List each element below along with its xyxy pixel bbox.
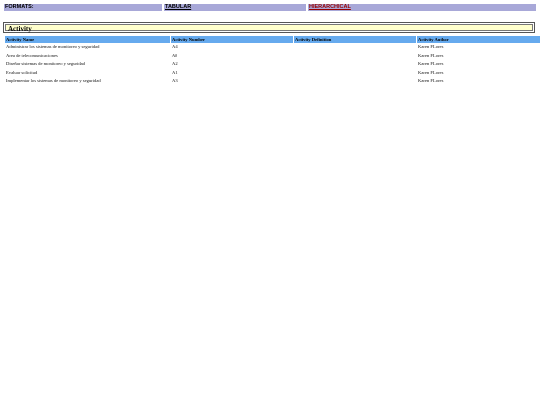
cell-activity-number: A2: [172, 61, 178, 66]
tabular-cell: TABULAR: [162, 4, 306, 11]
table-row: Evaluar solicitud A1 Karen FLores: [5, 69, 540, 78]
cell-activity-name: Area de telecomunicaciones: [6, 52, 58, 58]
formats-label: FORMATS:: [5, 4, 34, 10]
header-activity-name: Activity Name: [5, 36, 170, 43]
table-header-row: Activity Name Activity Number Activity D…: [5, 36, 540, 43]
cell-activity-definition: [294, 43, 416, 52]
cell-activity-definition: [294, 77, 416, 86]
header-activity-author: Activity Author: [417, 36, 540, 43]
table-row: Administrar los sistemas de monitoreo y …: [5, 43, 540, 52]
cell-activity-author: Karen FLores: [418, 69, 444, 75]
page-title-box: Activity: [3, 22, 535, 33]
formats-bar: FORMATS: TABULAR HIERARCHICAL: [4, 4, 536, 11]
table-row: Diseñar sistemas de monitoreo y segurida…: [5, 60, 540, 69]
table-row: Implementar los sistemas de monitoreo y …: [5, 77, 540, 86]
page-title: Activity: [5, 24, 533, 33]
cell-activity-definition: [294, 52, 416, 61]
cell-activity-author: Karen FLores: [418, 44, 444, 49]
table-row: Area de telecomunicaciones A0 Karen FLor…: [5, 52, 540, 61]
hierarchical-link[interactable]: HIERARCHICAL: [309, 4, 351, 10]
hierarchical-cell: HIERARCHICAL: [306, 4, 536, 11]
cell-activity-number: A1: [172, 69, 178, 75]
cell-activity-definition: [294, 69, 416, 78]
tabular-link[interactable]: TABULAR: [165, 4, 191, 10]
activity-table: Activity Name Activity Number Activity D…: [4, 36, 540, 86]
cell-activity-definition: [294, 60, 416, 69]
header-activity-number: Activity Number: [171, 36, 293, 43]
header-activity-definition: Activity Definition: [294, 36, 416, 43]
cell-activity-number: A4: [172, 44, 178, 49]
cell-activity-number: A3: [172, 78, 178, 83]
cell-activity-name: Administrar los sistemas de monitoreo y …: [6, 44, 100, 49]
cell-activity-author: Karen FLores: [418, 61, 444, 66]
cell-activity-author: Karen FLores: [418, 52, 444, 58]
cell-activity-name: Implementar los sistemas de monitoreo y …: [6, 78, 101, 83]
cell-activity-name: Diseñar sistemas de monitoreo y segurida…: [6, 61, 85, 66]
cell-activity-author: Karen FLores: [418, 78, 444, 83]
cell-activity-number: A0: [172, 52, 178, 58]
cell-activity-name: Evaluar solicitud: [6, 69, 38, 75]
